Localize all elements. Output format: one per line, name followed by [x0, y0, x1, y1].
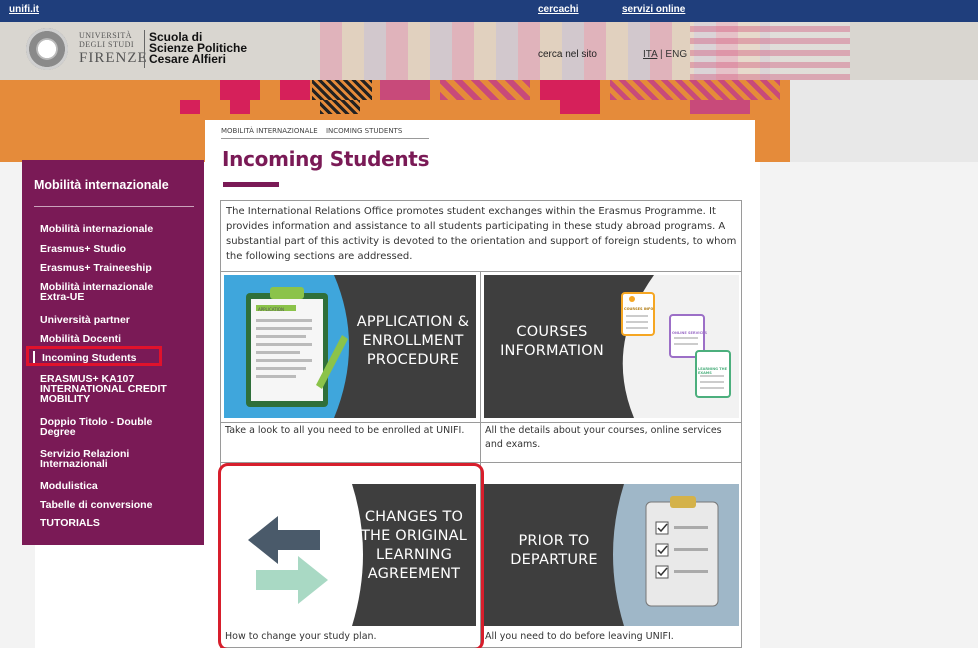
header-decoration-2 — [690, 22, 850, 80]
sidebar-item-mobilita-docenti[interactable]: Mobilità Docenti — [40, 334, 200, 345]
sidebar-item-ka107[interactable]: ERASMUS+ KA107 INTERNATIONAL CREDIT MOBI… — [40, 374, 190, 405]
intro-text: The International Relations Office promo… — [226, 206, 737, 262]
tile-prior-departure-caption: All you need to do before leaving UNIFI. — [485, 631, 674, 642]
unifi-home-link[interactable]: unifi.it — [9, 4, 39, 15]
sidebar-item-servizio-relazioni[interactable]: Servizio Relazioni Internazionali — [40, 449, 170, 470]
sidebar-item-modulistica[interactable]: Modulistica — [40, 481, 200, 492]
tile-application-enrollment[interactable]: APPLICATION APPLICATION & ENROLLMENT PRO… — [224, 275, 476, 418]
banner-right — [790, 80, 978, 162]
breadcrumb: MOBILITÀ INTERNAZIONALE INCOMING STUDENT… — [221, 127, 408, 135]
cercachi-link[interactable]: cercachi — [538, 4, 579, 15]
title-underline — [223, 182, 279, 187]
language-switcher: ITA | ENG — [643, 49, 688, 60]
lang-eng-link[interactable]: ENG — [665, 49, 687, 60]
sidebar-title: Mobilità internazionale — [34, 178, 169, 192]
university-name[interactable]: UNIVERSITÀ DEGLI STUDI FIRENZE — [79, 31, 148, 66]
sidebar-item-tutorials[interactable]: TUTORIALS — [40, 518, 200, 529]
learning-exams-label: LEARNING THE EXAMS — [698, 367, 727, 375]
sidebar-divider — [34, 206, 194, 207]
grid-divider-1 — [221, 422, 741, 423]
sidebar-item-mobilita-internazionale[interactable]: Mobilità internazionale — [40, 224, 200, 235]
sidebar-item-doppio-titolo[interactable]: Doppio Titolo - Double Degree — [40, 417, 180, 438]
sidebar-item-erasmus-studio[interactable]: Erasmus+ Studio — [40, 244, 200, 255]
sidebar-item-extra-ue[interactable]: Mobilità internazionale Extra-UE — [40, 282, 180, 303]
tile-courses-caption: All the details about your courses, onli… — [485, 425, 722, 450]
breadcrumb-item-mobilita[interactable]: MOBILITÀ INTERNAZIONALE — [221, 127, 318, 135]
breadcrumb-item-incoming: INCOMING STUDENTS — [325, 127, 403, 135]
page-title: Incoming Students — [222, 147, 430, 171]
tile-application-caption: Take a look to all you need to be enroll… — [225, 425, 465, 436]
sidebar-active-indicator — [33, 351, 35, 363]
sidebar-item-incoming-students[interactable]: Incoming Students — [42, 353, 202, 364]
sidebar-item-universita-partner[interactable]: Università partner — [40, 315, 200, 326]
sidebar-item-erasmus-traineeship[interactable]: Erasmus+ Traineeship — [40, 263, 200, 274]
university-seal-icon[interactable] — [26, 28, 68, 70]
tile-highlight-annotation — [218, 463, 484, 648]
application-image-label: APPLICATION — [258, 307, 284, 312]
tile-prior-to-departure[interactable]: PRIOR TO DEPARTURE — [484, 484, 739, 626]
tile-courses-information[interactable]: COURSES INFO ONLINE SERVICES LEARNING TH… — [484, 275, 739, 418]
online-services-label: ONLINE SERVICES — [672, 331, 708, 335]
lang-ita-link[interactable]: ITA — [643, 49, 657, 60]
school-name[interactable]: Scuola di Scienze Politiche Cesare Alfie… — [149, 31, 247, 65]
sidebar: Mobilità internazionale Mobilità interna… — [22, 160, 204, 545]
courses-info-label: COURSES INFO — [624, 307, 654, 311]
breadcrumb-divider — [221, 138, 429, 139]
site-header: UNIVERSITÀ DEGLI STUDI FIRENZE Scuola di… — [0, 22, 978, 80]
sidebar-item-tabelle[interactable]: Tabelle di conversione — [40, 500, 200, 511]
servizi-online-link[interactable]: servizi online — [622, 4, 685, 15]
top-bar: unifi.it cercachi servizi online — [0, 0, 978, 22]
logo-separator — [144, 30, 145, 68]
site-search-button[interactable]: cerca nel sito — [538, 49, 597, 60]
